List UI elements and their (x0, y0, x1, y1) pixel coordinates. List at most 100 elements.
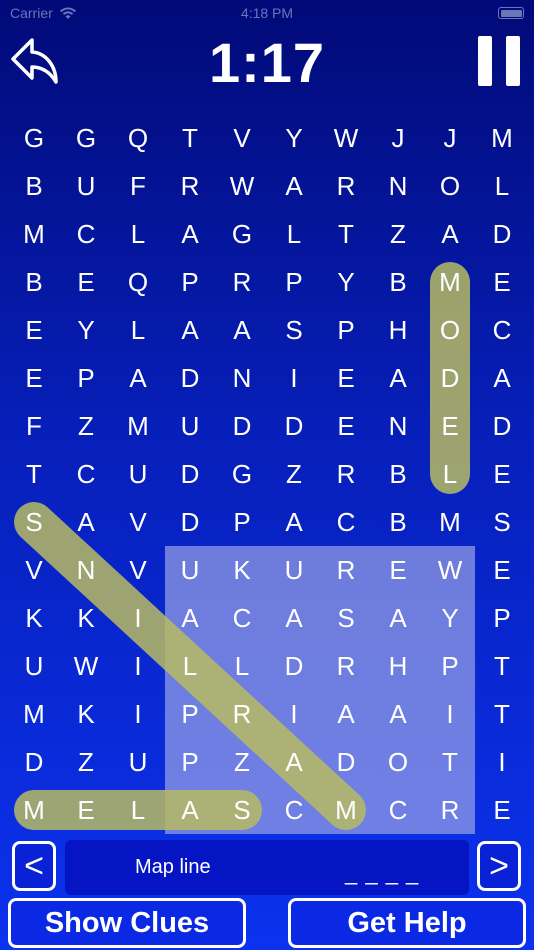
grid-cell[interactable]: T (476, 690, 528, 738)
grid-cell[interactable]: M (424, 498, 476, 546)
grid-cell[interactable]: S (320, 594, 372, 642)
show-clues-button[interactable]: Show Clues (8, 898, 246, 948)
grid-cell[interactable]: Z (60, 402, 112, 450)
grid-cell[interactable]: M (424, 258, 476, 306)
grid-cell[interactable]: A (164, 306, 216, 354)
grid-cell[interactable]: J (424, 114, 476, 162)
grid-cell[interactable]: P (268, 258, 320, 306)
grid-cell[interactable]: A (268, 498, 320, 546)
grid-cell[interactable]: D (8, 738, 60, 786)
grid-cell[interactable]: A (372, 690, 424, 738)
grid-cell[interactable]: E (476, 258, 528, 306)
grid-cell[interactable]: A (268, 162, 320, 210)
grid-cell[interactable]: A (60, 498, 112, 546)
pause-button[interactable] (478, 36, 520, 86)
grid-cell[interactable]: R (320, 546, 372, 594)
grid-cell[interactable]: C (476, 306, 528, 354)
grid-cell[interactable]: L (112, 786, 164, 834)
grid-cell[interactable]: S (268, 306, 320, 354)
grid-cell[interactable]: A (268, 594, 320, 642)
grid-cell[interactable]: A (372, 594, 424, 642)
grid-cell[interactable]: C (60, 450, 112, 498)
grid-cell[interactable]: Z (216, 738, 268, 786)
grid-cell[interactable]: P (164, 738, 216, 786)
grid-cell[interactable]: U (112, 738, 164, 786)
prev-clue-button[interactable]: < (12, 841, 56, 891)
grid-cell[interactable]: N (372, 402, 424, 450)
grid-cell[interactable]: A (372, 354, 424, 402)
next-clue-button[interactable]: > (477, 841, 521, 891)
grid-cell[interactable]: N (216, 354, 268, 402)
grid-cell[interactable]: M (8, 690, 60, 738)
grid-cell[interactable]: I (112, 594, 164, 642)
grid-cell[interactable]: A (476, 354, 528, 402)
grid-cell[interactable]: D (268, 642, 320, 690)
grid-cell[interactable]: P (216, 498, 268, 546)
grid-cell[interactable]: D (476, 402, 528, 450)
grid-cell[interactable]: K (60, 594, 112, 642)
grid-cell[interactable]: Z (268, 450, 320, 498)
grid-cell[interactable]: D (216, 402, 268, 450)
grid-cell[interactable]: E (476, 450, 528, 498)
grid-cell[interactable]: B (8, 162, 60, 210)
grid-cell[interactable]: C (60, 210, 112, 258)
grid-cell[interactable]: E (320, 354, 372, 402)
grid-cell[interactable]: G (216, 450, 268, 498)
grid-cell[interactable]: M (112, 402, 164, 450)
grid-cell[interactable]: E (60, 786, 112, 834)
grid-cell[interactable]: O (372, 738, 424, 786)
grid-cell[interactable]: D (164, 354, 216, 402)
grid-cell[interactable]: Z (372, 210, 424, 258)
grid-cell[interactable]: F (112, 162, 164, 210)
grid-cell[interactable]: V (8, 546, 60, 594)
grid-cell[interactable]: T (476, 642, 528, 690)
grid-cell[interactable]: I (424, 690, 476, 738)
grid-cell[interactable]: U (268, 546, 320, 594)
grid-cell[interactable]: T (164, 114, 216, 162)
grid-cell[interactable]: K (60, 690, 112, 738)
grid-cell[interactable]: W (424, 546, 476, 594)
grid-cell[interactable]: C (372, 786, 424, 834)
grid-cell[interactable]: W (60, 642, 112, 690)
grid-cell[interactable]: M (8, 786, 60, 834)
grid-cell[interactable]: S (476, 498, 528, 546)
grid-cell[interactable]: E (476, 786, 528, 834)
grid-cell[interactable]: I (268, 354, 320, 402)
grid-cell[interactable]: R (320, 642, 372, 690)
grid-cell[interactable]: H (372, 642, 424, 690)
grid-cell[interactable]: B (372, 450, 424, 498)
grid-cell[interactable]: K (216, 546, 268, 594)
grid-cell[interactable]: M (8, 210, 60, 258)
grid-cell[interactable]: H (372, 306, 424, 354)
grid-cell[interactable]: R (320, 162, 372, 210)
grid-cell[interactable]: I (476, 738, 528, 786)
grid-cell[interactable]: Z (60, 738, 112, 786)
grid-cell[interactable]: O (424, 162, 476, 210)
grid-cell[interactable]: F (8, 402, 60, 450)
grid-cell[interactable]: R (320, 450, 372, 498)
grid-cell[interactable]: B (8, 258, 60, 306)
grid-cell[interactable]: S (8, 498, 60, 546)
grid-cell[interactable]: E (8, 354, 60, 402)
grid-cell[interactable]: A (164, 786, 216, 834)
grid-cell[interactable]: S (216, 786, 268, 834)
grid-cell[interactable]: L (164, 642, 216, 690)
grid-cell[interactable]: U (164, 546, 216, 594)
grid-cell[interactable]: E (372, 546, 424, 594)
grid-cell[interactable]: D (268, 402, 320, 450)
grid-cell[interactable]: Y (268, 114, 320, 162)
grid-cell[interactable]: M (476, 114, 528, 162)
grid-cell[interactable]: G (60, 114, 112, 162)
grid-cell[interactable]: R (216, 258, 268, 306)
grid-cell[interactable]: N (60, 546, 112, 594)
grid-cell[interactable]: Q (112, 258, 164, 306)
grid-cell[interactable]: G (8, 114, 60, 162)
grid-cell[interactable]: D (164, 450, 216, 498)
word-search-board[interactable]: GGQTVYWJJMBUFRWARNOLMCLAGLTZADBEQPRPYBME… (8, 114, 528, 834)
grid-cell[interactable]: A (320, 690, 372, 738)
grid-cell[interactable]: L (268, 210, 320, 258)
grid-cell[interactable]: V (216, 114, 268, 162)
grid-cell[interactable]: A (268, 738, 320, 786)
grid-cell[interactable]: T (424, 738, 476, 786)
grid-cell[interactable]: C (216, 594, 268, 642)
